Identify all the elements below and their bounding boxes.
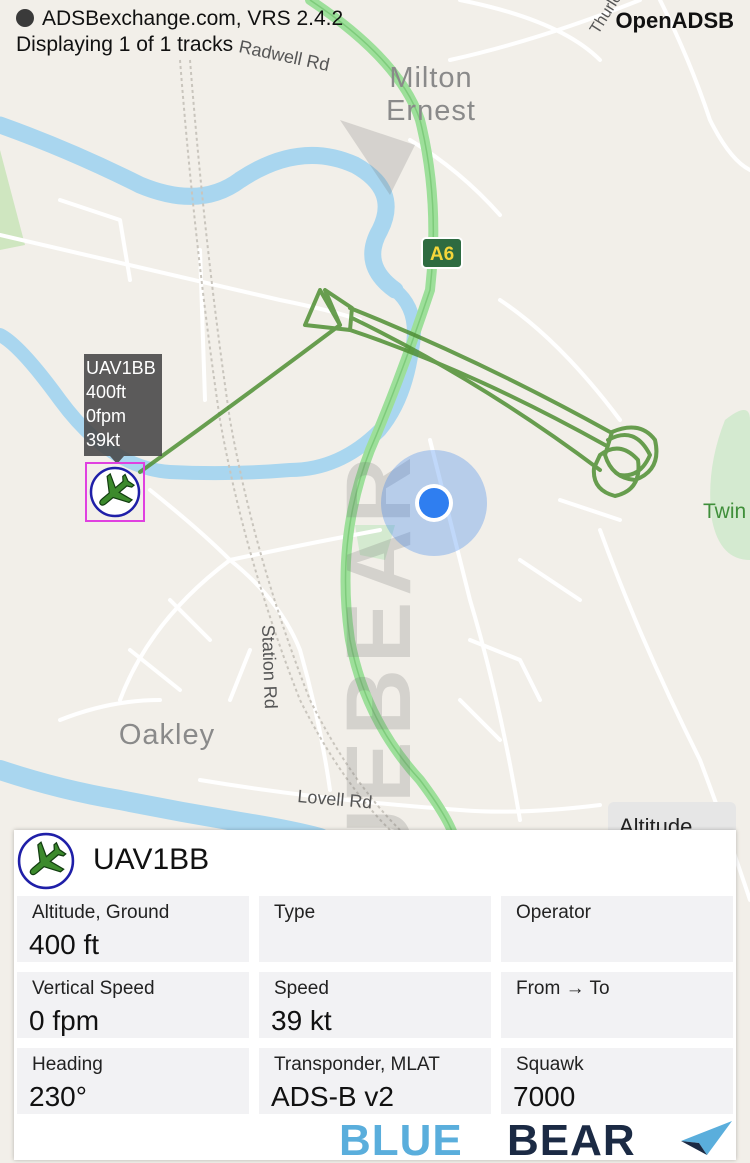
logo-blue-text: BLUE [339,1117,463,1159]
panel-header: UAV1BB [14,830,736,894]
field-value: 39 kt [271,1005,332,1036]
field-route: From → To [501,972,733,1038]
place-label: Milton [389,62,472,94]
field-speed: Speed 39 kt [259,972,491,1038]
tag-vspeed: 0fpm [86,406,127,426]
field-operator: Operator [501,896,733,962]
aircraft-icon [17,832,75,890]
current-location-marker[interactable] [381,450,487,556]
bluebear-logo: BLUE BEAR [339,1117,732,1159]
status-bar: ADSBexchange.com, VRS 2.4.2 Displaying 1… [16,6,343,58]
openadsb-brand: OpenADSB [615,8,734,33]
field-label: Type [274,902,316,923]
field-value: 0 fpm [29,1005,100,1036]
aircraft-icon [89,466,141,518]
place-label: Ernest [386,95,476,127]
tag-callsign: UAV1BB [86,358,156,378]
tag-altitude: 400ft [86,382,127,402]
place-label: Twin [703,500,746,523]
field-heading: Heading 230° [17,1048,249,1114]
field-transponder: Transponder, MLAT ADS-B v2 [259,1048,491,1114]
tag-speed: 39kt [86,430,121,450]
field-label: Heading [32,1054,103,1075]
field-value: 400 ft [29,929,100,960]
field-squawk: Squawk 7000 [501,1048,733,1114]
field-vertical-speed: Vertical Speed 0 fpm [17,972,249,1038]
selected-aircraft-marker[interactable] [85,462,145,522]
field-altitude: Altitude, Ground 400 ft [17,896,249,962]
logo-bear-text: BEAR [507,1117,636,1159]
a6-road-shield: A6 [421,237,463,269]
aircraft-label-tag[interactable]: UAV1BB 400ft 0fpm 39kt [84,354,162,464]
field-label: Vertical Speed [32,978,155,999]
logo-arrow-icon [681,1121,732,1155]
field-label: Operator [516,902,591,923]
field-value: ADS-B v2 [271,1081,394,1112]
aircraft-detail-panel: UAV1BB Altitude, Ground 400 ft Type Oper… [14,830,736,1160]
field-type: Type [259,896,491,962]
field-label: From → To [516,978,610,999]
panel-callsign: UAV1BB [93,843,210,876]
place-label: Oakley [119,719,215,751]
field-label: Speed [274,978,329,999]
road-label: Station Rd [258,624,281,709]
status-dot-icon [16,9,34,27]
field-label: Altitude, Ground [32,902,170,923]
track-count: Displaying 1 of 1 tracks [16,33,234,56]
field-label: Transponder, MLAT [274,1054,440,1075]
source-text: ADSBexchange.com, VRS 2.4.2 [42,7,344,30]
road-shield-label: A6 [430,244,454,265]
field-label: Squawk [516,1054,584,1075]
field-value: 7000 [513,1081,576,1112]
field-value: 230° [29,1081,87,1112]
